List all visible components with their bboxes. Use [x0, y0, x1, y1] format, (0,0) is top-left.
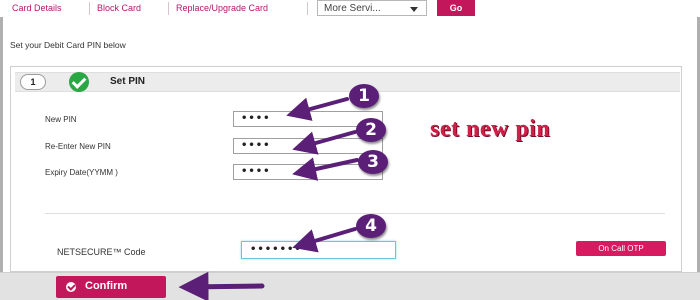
- checkmark-icon: [69, 72, 89, 92]
- frame-left-border: [0, 17, 3, 272]
- form-divider: [45, 213, 665, 214]
- instruction-text: Set your Debit Card PIN below: [10, 40, 126, 50]
- step-title: Set PIN: [110, 76, 146, 87]
- tab-replace-upgrade-card[interactable]: Replace/Upgrade Card: [176, 3, 268, 13]
- new-pin-label: New PIN: [45, 115, 77, 124]
- more-services-select[interactable]: More Servi...: [317, 0, 427, 16]
- annotation-badge-1: 1: [349, 84, 379, 108]
- check-circle-icon: [66, 282, 76, 292]
- tab-separator: [307, 2, 308, 15]
- expiry-date-label: Expiry Date(YYMM ): [45, 168, 118, 177]
- chevron-down-icon: [410, 7, 418, 12]
- top-navigation: Card Details Block Card Replace/Upgrade …: [0, 0, 700, 17]
- more-services-value: More Servi...: [324, 3, 381, 14]
- annotation-badge-4: 4: [356, 214, 386, 238]
- tab-separator: [168, 2, 169, 15]
- on-call-otp-button[interactable]: On Call OTP: [576, 241, 666, 256]
- netsecure-code-label: NETSECURE™ Code: [57, 247, 146, 257]
- tab-block-card[interactable]: Block Card: [97, 3, 141, 13]
- tab-card-details[interactable]: Card Details: [12, 3, 62, 13]
- step-number-badge: 1: [20, 74, 46, 90]
- confirm-button-label: Confirm: [85, 280, 128, 292]
- annotation-badge-3: 3: [358, 150, 388, 174]
- confirm-button[interactable]: Confirm: [56, 276, 166, 298]
- tab-separator: [89, 2, 90, 15]
- annotation-badge-2: 2: [356, 118, 386, 142]
- annotation-caption: set new pin: [430, 116, 551, 142]
- netsecure-code-input[interactable]: •••••••: [241, 241, 396, 259]
- go-button[interactable]: Go: [437, 0, 475, 16]
- reenter-pin-label: Re-Enter New PIN: [45, 142, 111, 151]
- reenter-pin-input[interactable]: ••••: [233, 138, 383, 154]
